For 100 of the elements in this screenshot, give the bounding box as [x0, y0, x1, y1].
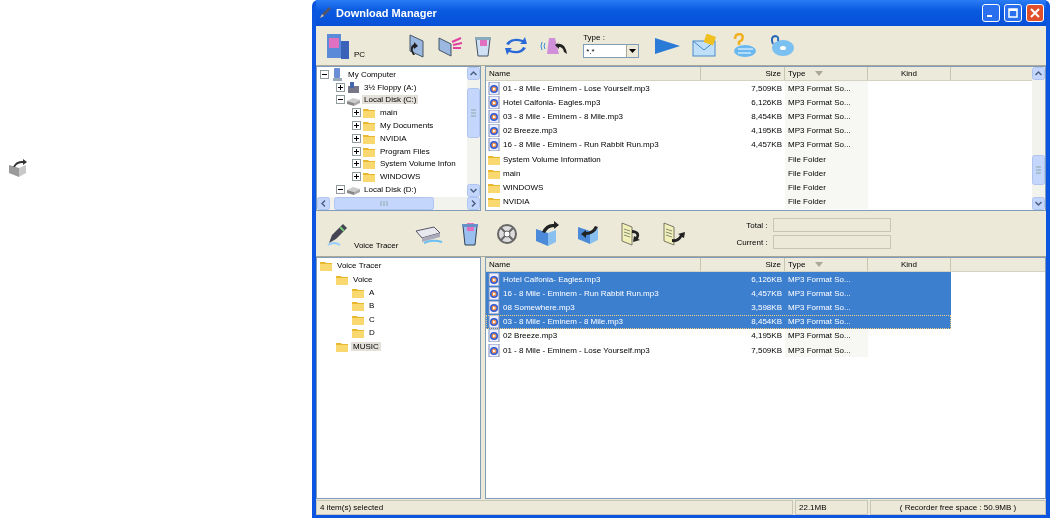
expander-icon[interactable]	[352, 159, 361, 169]
expander-icon[interactable]	[320, 69, 329, 79]
file-row[interactable]: NVIDIA File Folder	[486, 194, 951, 209]
file-row[interactable]: System Volume Information File Folder	[486, 151, 951, 167]
tree-item[interactable]: My Documents	[378, 121, 436, 131]
scroll-left-icon[interactable]	[317, 197, 330, 210]
minimize-button[interactable]	[982, 4, 1000, 22]
file-row[interactable]: 01 - 8 Mile - Eminem - Lose Yourself.mp3 7,509KB MP3 Format So...	[486, 342, 951, 358]
scroll-thumb[interactable]	[333, 197, 434, 210]
file-row[interactable]: 02 Breeze.mp3 4,195KB MP3 Format So...	[486, 123, 951, 138]
file-name: 03 - 8 Mile - Eminem - 8 Mile.mp3	[503, 111, 624, 121]
file-row[interactable]: WINDOWS File Folder	[486, 180, 951, 195]
tree-item[interactable]: A	[367, 287, 377, 297]
scroll-up-icon[interactable]	[1032, 67, 1045, 80]
file-type: File Folder	[788, 154, 826, 164]
file-row[interactable]: 01 - 8 Mile - Eminem - Lose Yourself.mp3 7,509KB MP3 Format So...	[486, 81, 951, 96]
column-header[interactable]: Name	[486, 258, 701, 271]
device-label: Voice Tracer	[354, 241, 399, 250]
column-header[interactable]: Type	[785, 67, 868, 80]
folder-icon	[352, 299, 365, 313]
audio-file-icon	[488, 343, 501, 357]
column-header[interactable]: Size	[701, 258, 785, 271]
file-row[interactable]: Hotel Calfonia- Eagles.mp3 6,126KB MP3 Format So...	[486, 272, 951, 287]
tree-item[interactable]: Local Disk (D:)	[362, 185, 419, 195]
status-text: 4 item(s) selected	[316, 500, 793, 515]
scroll-right-icon[interactable]	[466, 197, 480, 210]
expander-icon[interactable]	[352, 146, 361, 156]
file-row[interactable]: main File Folder	[486, 166, 951, 181]
tree-item[interactable]: main	[378, 108, 400, 118]
tree-item[interactable]: WINDOWS	[378, 172, 423, 182]
caret-icon[interactable]	[629, 49, 637, 53]
expander-icon[interactable]	[352, 108, 361, 118]
file-row[interactable]: 16 - 8 Mile - Eminem - Run Rabbit Run.mp3 4,457KB MP3 Format So...	[486, 286, 951, 301]
file-row[interactable]: 03 - 8 Mile - Eminem - 8 Mile.mp3 8,454KB MP3 Format So...	[486, 109, 951, 124]
file-type: MP3 Format So...	[788, 288, 851, 298]
expander-icon[interactable]	[352, 172, 361, 182]
tree-item[interactable]: Program Files	[378, 146, 432, 156]
tree-item[interactable]: Voice Tracer	[335, 261, 384, 271]
file-row[interactable]: 08 Somewhere.mp3 3,598KB MP3 Format So...	[486, 300, 951, 315]
column-header[interactable]: Kind	[868, 67, 951, 80]
trash-icon[interactable]	[460, 220, 481, 247]
scroll-thumb[interactable]	[1032, 154, 1045, 185]
vertical-scrollbar[interactable]	[1032, 67, 1045, 210]
folder-arrow-icon	[8, 158, 28, 178]
folder-icon	[363, 157, 376, 171]
column-header[interactable]: Type	[785, 258, 868, 271]
file-name: 16 - 8 Mile - Eminem - Run Rabbit Run.mp3	[503, 288, 659, 298]
audio-file-icon	[488, 300, 501, 314]
file-name: 02 Breeze.mp3	[503, 126, 558, 136]
tree-item[interactable]: NVIDIA	[378, 133, 409, 143]
tree-item[interactable]: MUSIC	[351, 341, 381, 351]
expander-icon[interactable]	[336, 185, 345, 195]
column-header[interactable]: Kind	[868, 258, 951, 271]
scroll-down-icon[interactable]	[1032, 197, 1045, 210]
file-size: 6,126KB	[751, 274, 782, 284]
tree-item[interactable]: System Volume Infon	[378, 159, 458, 169]
note-arrow-icon[interactable]	[660, 220, 687, 247]
scroll-thumb[interactable]	[467, 88, 480, 138]
folder-icon	[363, 170, 376, 184]
computer-icon	[331, 67, 344, 81]
current-label: Current :	[736, 237, 768, 247]
expander-icon[interactable]	[336, 95, 345, 105]
vertical-scrollbar[interactable]	[467, 67, 480, 197]
column-header[interactable]: Size	[701, 67, 785, 80]
file-type: MP3 Format So...	[788, 83, 851, 93]
column-header[interactable]: Name	[486, 67, 701, 80]
file-type: MP3 Format So...	[788, 140, 851, 150]
floppy-drive-icon	[347, 80, 360, 94]
type-dropdown[interactable]: *.*	[583, 44, 640, 58]
tree-item[interactable]: C	[367, 314, 377, 324]
file-type: MP3 Format So...	[788, 126, 851, 136]
maximize-button[interactable]	[1004, 4, 1022, 22]
scroll-up-icon[interactable]	[467, 67, 480, 80]
file-row[interactable]: Hotel Calfonia- Eagles.mp3 6,126KB MP3 Format So...	[486, 95, 951, 110]
file-name: 16 - 8 Mile - Eminem - Run Rabbit Run.mp3	[503, 140, 659, 150]
expander-icon[interactable]	[352, 133, 361, 143]
horizontal-scrollbar[interactable]	[317, 197, 480, 210]
tree-item[interactable]: Voice	[351, 274, 375, 284]
file-size: 7,509KB	[751, 83, 782, 93]
close-button[interactable]	[1026, 4, 1044, 22]
tree-item[interactable]: D	[367, 328, 377, 338]
maximize-icon[interactable]	[1008, 8, 1018, 18]
tree-item[interactable]: B	[367, 301, 377, 311]
file-row[interactable]: 02 Breeze.mp3 4,195KB MP3 Format So...	[486, 328, 951, 343]
scroll-down-icon[interactable]	[467, 184, 480, 197]
close-icon[interactable]	[1030, 8, 1040, 18]
file-row[interactable]: 16 - 8 Mile - Eminem - Run Rabbit Run.mp3 4,457KB MP3 Format So...	[486, 137, 951, 152]
reel-icon[interactable]	[496, 222, 519, 245]
folder-arrow-icon[interactable]	[534, 220, 561, 247]
file-size: 8,454KB	[751, 317, 782, 327]
tree-item[interactable]: My Computer	[346, 69, 398, 79]
expander-icon[interactable]	[352, 121, 361, 131]
file-name: 01 - 8 Mile - Eminem - Lose Yourself.mp3	[503, 83, 650, 93]
file-size: 4,195KB	[751, 126, 782, 136]
expander-icon[interactable]	[336, 82, 345, 92]
folder-tree[interactable]: My Computer 3½ Floppy (A:) Local Disk (C:) main My Documents NVIDIA Program Files System Volume Infon WINDOWS Local Disk (D:)	[316, 66, 481, 211]
folder-tree[interactable]: Voice Tracer Voice A B C D MUSIC	[316, 257, 481, 499]
tree-item[interactable]: 3½ Floppy (A:)	[362, 82, 419, 92]
tree-item[interactable]: Local Disk (C:)	[362, 95, 419, 105]
audio-file-icon	[488, 95, 501, 109]
